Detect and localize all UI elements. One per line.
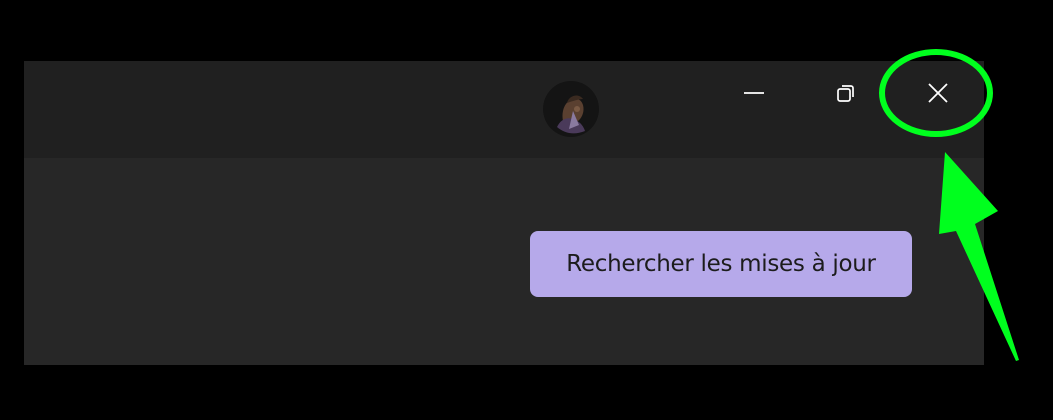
screenshot-stage: Rechercher les mises à jour <box>0 0 1053 420</box>
app-window: Rechercher les mises à jour <box>24 61 984 365</box>
check-for-updates-button[interactable]: Rechercher les mises à jour <box>530 231 912 297</box>
minimize-icon <box>744 92 764 94</box>
main-content: Rechercher les mises à jour <box>24 158 984 365</box>
minimize-button[interactable] <box>708 61 800 125</box>
user-avatar[interactable] <box>543 81 599 137</box>
close-button[interactable] <box>892 61 984 125</box>
title-bar <box>24 61 984 158</box>
avatar-image <box>543 81 599 137</box>
restore-icon <box>837 85 854 102</box>
restore-button[interactable] <box>800 61 892 125</box>
close-icon <box>928 83 948 103</box>
